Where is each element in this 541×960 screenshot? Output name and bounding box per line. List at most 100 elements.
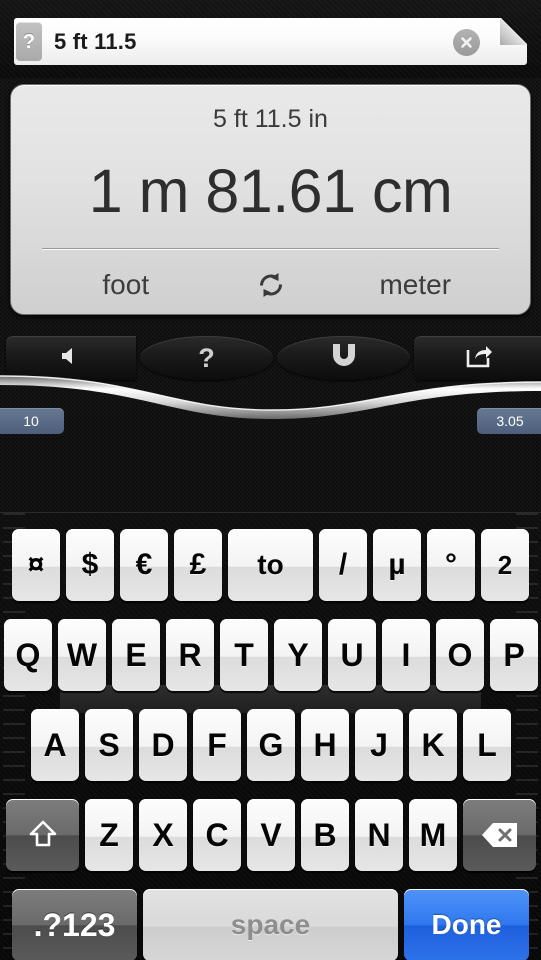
key-u-label: U: [340, 637, 364, 673]
key-m-label: M: [419, 817, 447, 853]
help-button[interactable]: ?: [140, 336, 273, 380]
key-k[interactable]: K: [409, 709, 457, 781]
key-degree-label: °: [445, 548, 457, 581]
swap-arrows-icon[interactable]: [254, 268, 288, 302]
key-space[interactable]: space: [143, 889, 398, 960]
key-y-label: Y: [287, 637, 309, 673]
key-l-label: L: [477, 727, 497, 763]
key-euro-label: €: [135, 548, 153, 581]
key-to[interactable]: to: [228, 529, 313, 601]
key-degree[interactable]: °: [427, 529, 475, 601]
key-j[interactable]: J: [355, 709, 403, 781]
key-d-label: D: [151, 727, 175, 763]
key-shift[interactable]: [6, 799, 79, 871]
key-w-label: W: [66, 637, 98, 673]
onscreen-keyboard: ¤ $ € £ to / µ ° 2 QWERTYUIOP ASDFGHJKL ZXCVBNM …: [0, 512, 541, 960]
share-button[interactable]: [414, 336, 541, 380]
key-done-label: Done: [431, 909, 502, 940]
key-pound-label: £: [189, 548, 207, 581]
key-slash[interactable]: /: [319, 529, 367, 601]
app-root: ? 5 ft 11.5 5 ft 11.5 in 1 m 81.61 cm fo…: [0, 0, 541, 960]
unit-row: foot meter: [11, 263, 530, 307]
share-export-icon: [466, 344, 493, 373]
key-r[interactable]: R: [166, 619, 214, 691]
key-backspace[interactable]: [463, 799, 536, 871]
key-o[interactable]: O: [436, 619, 484, 691]
key-w[interactable]: W: [58, 619, 106, 691]
key-euro[interactable]: €: [120, 529, 168, 601]
key-j-label: J: [370, 727, 388, 763]
conversion-result-card[interactable]: 5 ft 11.5 in 1 m 81.61 cm foot meter: [10, 84, 531, 315]
key-dollar[interactable]: $: [66, 529, 114, 601]
key-micro-label: µ: [388, 548, 406, 581]
badge-left[interactable]: 10: [0, 408, 64, 434]
key-g[interactable]: G: [247, 709, 295, 781]
key-done[interactable]: Done: [404, 889, 529, 960]
action-toolbar: ?: [0, 336, 541, 392]
key-q-label: Q: [15, 637, 41, 673]
question-mark-icon: ?: [198, 342, 215, 373]
key-i-label: I: [401, 637, 411, 673]
backspace-icon: [481, 821, 519, 849]
key-d[interactable]: D: [139, 709, 187, 781]
top-input-bar: ? 5 ft 11.5: [0, 0, 541, 78]
key-z-label: Z: [99, 817, 119, 853]
key-numeric-mode[interactable]: .?123: [12, 889, 137, 960]
close-circle-icon[interactable]: [453, 29, 480, 56]
shift-arrow-icon: [26, 818, 60, 852]
key-two[interactable]: 2: [481, 529, 529, 601]
key-o-label: O: [447, 637, 473, 673]
keyboard-row-zxcv: ZXCVBNM: [0, 799, 541, 871]
converted-value: 1 m 81.61 cm: [88, 157, 453, 225]
key-p-label: P: [503, 637, 525, 673]
key-a[interactable]: A: [31, 709, 79, 781]
key-to-label: to: [257, 549, 284, 580]
source-value-label: 5 ft 11.5 in: [213, 105, 328, 133]
key-f-label: F: [207, 727, 227, 763]
magnet-button[interactable]: [277, 336, 410, 380]
keyboard-row-qwerty: QWERTYU IOP: [0, 619, 541, 691]
speaker-icon: [59, 345, 83, 372]
key-n-label: N: [367, 817, 391, 853]
key-y[interactable]: Y: [274, 619, 322, 691]
key-b[interactable]: B: [301, 799, 349, 871]
keyboard-row-bottom: .?123 space Done: [0, 889, 541, 960]
key-t-label: T: [234, 637, 254, 673]
input-value[interactable]: 5 ft 11.5: [54, 18, 457, 65]
key-t[interactable]: T: [220, 619, 268, 691]
key-a-label: A: [43, 727, 67, 763]
key-h[interactable]: H: [301, 709, 349, 781]
key-pound[interactable]: £: [174, 529, 222, 601]
key-x[interactable]: X: [139, 799, 187, 871]
key-c-label: C: [205, 817, 229, 853]
key-i[interactable]: I: [382, 619, 430, 691]
key-n[interactable]: N: [355, 799, 403, 871]
key-v[interactable]: V: [247, 799, 295, 871]
key-g-label: G: [258, 727, 284, 763]
help-tab-button[interactable]: ?: [16, 22, 42, 61]
keyboard-row-symbols: ¤ $ € £ to / µ ° 2: [0, 529, 541, 601]
speaker-button[interactable]: [6, 336, 136, 380]
key-e[interactable]: E: [112, 619, 160, 691]
key-numeric-mode-label: .?123: [33, 907, 116, 943]
key-c[interactable]: C: [193, 799, 241, 871]
key-micro[interactable]: µ: [373, 529, 421, 601]
key-e-label: E: [125, 637, 147, 673]
key-space-label: space: [230, 909, 311, 940]
key-b-label: B: [313, 817, 337, 853]
key-l[interactable]: L: [463, 709, 511, 781]
key-p[interactable]: P: [490, 619, 538, 691]
key-u[interactable]: U: [328, 619, 376, 691]
key-f[interactable]: F: [193, 709, 241, 781]
key-m[interactable]: M: [409, 799, 457, 871]
key-v-label: V: [260, 817, 282, 853]
unit-to-label: meter: [379, 269, 452, 300]
key-two-label: 2: [497, 550, 513, 580]
key-currency[interactable]: ¤: [12, 529, 60, 601]
key-r-label: R: [178, 637, 202, 673]
key-z[interactable]: Z: [85, 799, 133, 871]
badge-right[interactable]: 3.05: [477, 408, 541, 434]
key-s[interactable]: S: [85, 709, 133, 781]
key-q[interactable]: Q: [4, 619, 52, 691]
input-field-wrapper: ? 5 ft 11.5: [14, 18, 527, 65]
